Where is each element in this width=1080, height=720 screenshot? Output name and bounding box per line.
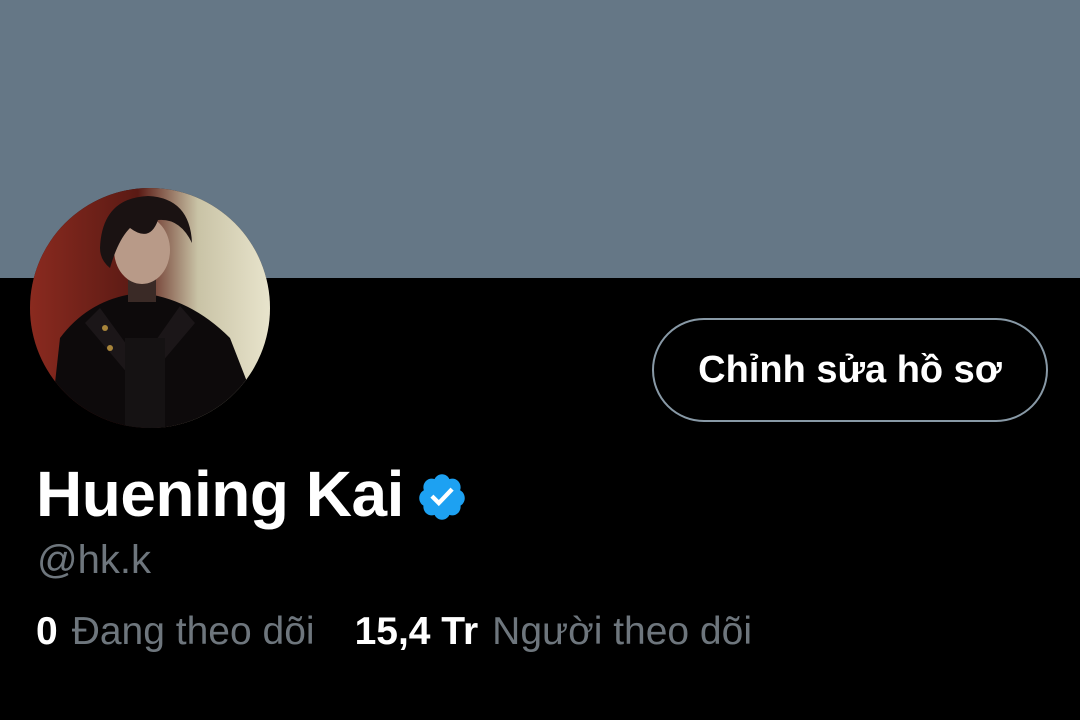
profile-handle: @hk.k bbox=[37, 538, 151, 582]
avatar[interactable] bbox=[30, 188, 270, 428]
following-count: 0 bbox=[36, 610, 58, 653]
name-row: Huening Kai bbox=[36, 456, 468, 532]
followers-stat[interactable]: 15,4 Tr Người theo dõi bbox=[355, 610, 752, 654]
verified-badge-icon bbox=[419, 474, 465, 520]
followers-count: 15,4 Tr bbox=[354, 610, 479, 653]
edit-profile-button[interactable]: Chỉnh sửa hồ sơ bbox=[652, 318, 1048, 422]
followers-label: Người theo dõi bbox=[492, 610, 752, 653]
following-label: Đang theo dõi bbox=[71, 610, 315, 653]
following-stat[interactable]: 0 Đang theo dõi bbox=[36, 610, 315, 654]
avatar-image bbox=[30, 188, 270, 428]
display-name: Huening Kai bbox=[36, 458, 404, 530]
profile-stats: 0 Đang theo dõi 15,4 Tr Người theo dõi bbox=[36, 610, 752, 654]
profile-page: Chỉnh sửa hồ sơ Huening Kai @hk.k 0 Đang… bbox=[0, 0, 1080, 720]
